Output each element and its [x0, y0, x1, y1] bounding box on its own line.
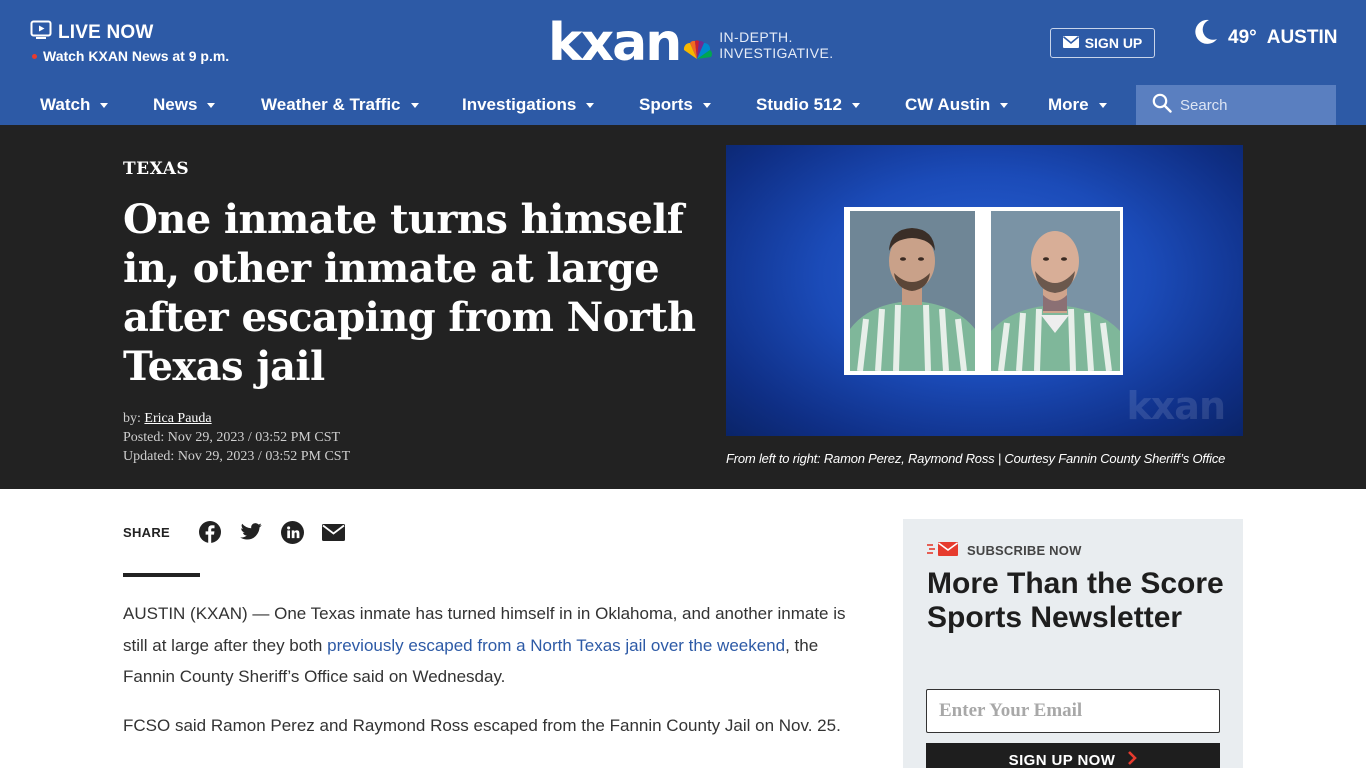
- nav-item-weather-traffic[interactable]: Weather & Traffic: [261, 85, 419, 125]
- image-caption: From left to right: Ramon Perez, Raymond…: [726, 451, 1226, 466]
- nav-item-studio-512[interactable]: Studio 512: [756, 85, 860, 125]
- newsletter-signup-now-button[interactable]: SIGN UP NOW: [926, 743, 1220, 768]
- live-now-title[interactable]: LIVE NOW: [58, 22, 154, 44]
- article-paragraph-2: FCSO said Ramon Perez and Raymond Ross e…: [123, 716, 841, 735]
- logo-wordmark: kxan: [548, 13, 682, 73]
- article-meta: by: Erica Pauda Posted: Nov 29, 2023 / 0…: [123, 409, 350, 466]
- chevron-right-icon: [1127, 751, 1138, 768]
- previous-escape-link[interactable]: previously escaped from a North Texas ja…: [327, 636, 785, 655]
- twitter-icon[interactable]: [239, 520, 263, 544]
- play-tv-icon: [30, 20, 52, 45]
- live-now-widget[interactable]: LIVE NOW Watch KXAN News at 9 p.m.: [30, 20, 229, 64]
- chevron-down-icon: [410, 103, 419, 108]
- posted-date: Posted: Nov 29, 2023 / 03:52 PM CST: [123, 430, 341, 445]
- mugshot-left: [850, 211, 975, 371]
- chevron-down-icon: [586, 103, 595, 108]
- nav-item-more[interactable]: More: [1048, 85, 1107, 125]
- search-box[interactable]: [1136, 85, 1336, 125]
- share-label: SHARE: [123, 524, 171, 540]
- article-headline: One inmate turns himself in, other inmat…: [123, 196, 696, 390]
- weather-widget[interactable]: 49° AUSTIN: [1192, 18, 1337, 52]
- facebook-icon[interactable]: [198, 520, 222, 544]
- weather-temperature: 49°: [1228, 27, 1257, 48]
- signup-now-label: SIGN UP NOW: [1008, 751, 1116, 768]
- live-now-subtitle[interactable]: Watch KXAN News at 9 p.m.: [43, 48, 229, 64]
- main-nav: Watch News Weather & Traffic Investigati…: [0, 85, 1366, 125]
- mugshot-frame: [844, 207, 1123, 375]
- site-logo[interactable]: kxan IN-DEPTH. INVESTIGATIVE.: [548, 17, 834, 69]
- search-icon[interactable]: [1152, 93, 1172, 118]
- article-hero: TEXAS One inmate turns himself in, other…: [0, 125, 1366, 489]
- live-indicator-dot: [32, 53, 37, 59]
- fast-mail-icon: [927, 541, 959, 560]
- chevron-down-icon: [1000, 103, 1009, 108]
- chevron-down-icon: [851, 103, 860, 108]
- email-icon[interactable]: [321, 520, 345, 544]
- nav-item-cw-austin[interactable]: CW Austin: [905, 85, 1009, 125]
- logo-tagline: IN-DEPTH. INVESTIGATIVE.: [719, 29, 834, 61]
- newsletter-kicker: SUBSCRIBE NOW: [927, 541, 1082, 560]
- image-watermark: kxan: [1126, 384, 1226, 428]
- site-header: LIVE NOW Watch KXAN News at 9 p.m. kxan …: [0, 0, 1366, 85]
- newsletter-signup-button[interactable]: SIGN UP: [1050, 28, 1155, 58]
- weather-city: AUSTIN: [1266, 27, 1338, 48]
- newsletter-email-field[interactable]: [926, 689, 1220, 733]
- nav-item-news[interactable]: News: [153, 85, 216, 125]
- linkedin-icon[interactable]: [280, 520, 304, 544]
- nbc-peacock-icon: [681, 39, 713, 65]
- search-input[interactable]: [1180, 96, 1330, 114]
- newsletter-widget: SUBSCRIBE NOW More Than the Score Sports…: [903, 519, 1243, 768]
- share-bar: SHARE: [123, 520, 362, 544]
- chevron-down-icon: [702, 103, 711, 108]
- newsletter-title: More Than the Score Sports Newsletter: [927, 567, 1224, 634]
- nav-item-sports[interactable]: Sports: [639, 85, 711, 125]
- mugshot-right: [991, 211, 1120, 371]
- chevron-down-icon: [1098, 103, 1107, 108]
- signup-label: SIGN UP: [1084, 35, 1143, 51]
- envelope-icon: [1062, 35, 1079, 51]
- nav-item-investigations[interactable]: Investigations: [462, 85, 595, 125]
- article-lead-image[interactable]: kxan: [726, 145, 1243, 436]
- nav-item-watch[interactable]: Watch: [40, 85, 109, 125]
- article-category[interactable]: TEXAS: [123, 159, 189, 179]
- chevron-down-icon: [207, 103, 216, 108]
- updated-date: Updated: Nov 29, 2023 / 03:52 PM CST: [123, 449, 351, 464]
- article-paragraph-1: AUSTIN (KXAN) — One Texas inmate has tur…: [123, 604, 846, 686]
- chevron-down-icon: [100, 103, 109, 108]
- share-divider: [123, 573, 200, 577]
- moon-icon: [1192, 18, 1218, 52]
- byline-label: by:: [123, 411, 141, 426]
- author-link[interactable]: Erica Pauda: [144, 411, 211, 426]
